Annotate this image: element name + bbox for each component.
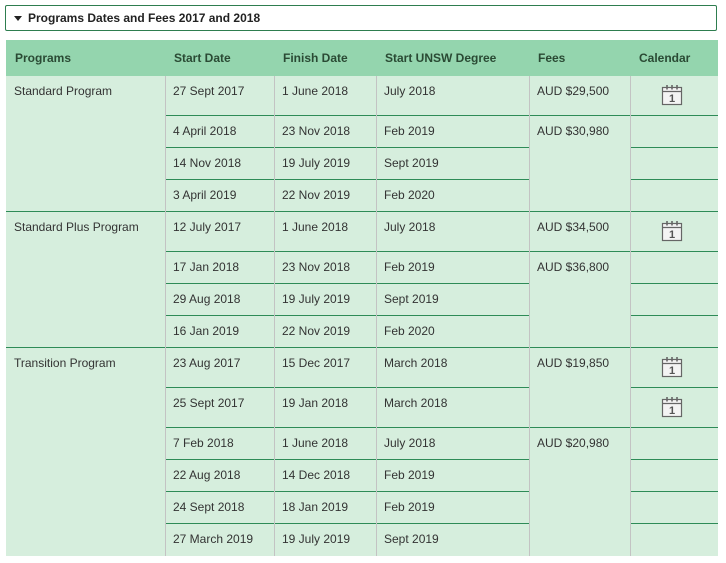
unsw-degree-cell: Sept 2019 xyxy=(384,292,439,306)
unsw-degree-cell: Sept 2019 xyxy=(384,532,439,546)
fees-cell: AUD $30,980 xyxy=(537,124,610,138)
header-finish-date: Finish Date xyxy=(274,40,376,76)
finish-date-cell: 22 Nov 2019 xyxy=(282,324,351,338)
start-date-cell: 24 Sept 2018 xyxy=(173,500,245,514)
unsw-degree-cell: Sept 2019 xyxy=(384,156,439,170)
finish-date-cell: 1 June 2018 xyxy=(282,220,349,234)
finish-date-cell: 23 Nov 2018 xyxy=(282,124,351,138)
column-divider xyxy=(165,76,166,556)
start-date-cell: 4 April 2018 xyxy=(173,124,237,138)
unsw-degree-cell: July 2018 xyxy=(384,84,436,98)
header-fees: Fees xyxy=(529,40,630,76)
finish-date-cell: 23 Nov 2018 xyxy=(282,260,351,274)
header-start-date: Start Date xyxy=(165,40,274,76)
start-date-cell: 25 Sept 2017 xyxy=(173,396,245,410)
start-date-cell: 3 April 2019 xyxy=(173,188,237,202)
program-dates-table: Programs Start Date Finish Date Start UNSW … xyxy=(6,40,718,556)
calendar-icon[interactable]: 1 xyxy=(661,84,683,106)
svg-text:1: 1 xyxy=(669,93,675,105)
start-date-cell: 22 Aug 2018 xyxy=(173,468,241,482)
row-divider xyxy=(630,251,718,252)
finish-date-cell: 18 Jan 2019 xyxy=(282,500,349,514)
start-date-cell: 16 Jan 2019 xyxy=(173,324,240,338)
unsw-degree-cell: Feb 2019 xyxy=(384,500,435,514)
start-date-cell: 27 Sept 2017 xyxy=(173,84,245,98)
unsw-degree-cell: Feb 2019 xyxy=(384,260,435,274)
finish-date-cell: 15 Dec 2017 xyxy=(282,356,351,370)
start-date-cell: 7 Feb 2018 xyxy=(173,436,234,450)
finish-date-cell: 1 June 2018 xyxy=(282,84,349,98)
start-date-cell: 12 July 2017 xyxy=(173,220,242,234)
start-date-cell: 23 Aug 2017 xyxy=(173,356,241,370)
row-divider xyxy=(630,179,718,180)
unsw-degree-cell: March 2018 xyxy=(384,396,448,410)
row-divider xyxy=(630,147,718,148)
finish-date-cell: 1 June 2018 xyxy=(282,436,349,450)
start-date-cell: 27 March 2019 xyxy=(173,532,254,546)
unsw-degree-cell: Feb 2019 xyxy=(384,468,435,482)
fees-cell: AUD $34,500 xyxy=(537,220,610,234)
calendar-icon[interactable]: 1 xyxy=(661,356,683,378)
finish-date-cell: 19 July 2019 xyxy=(282,532,351,546)
header-start-unsw-degree: Start UNSW Degree xyxy=(376,40,529,76)
finish-date-cell: 14 Dec 2018 xyxy=(282,468,351,482)
finish-date-cell: 19 Jan 2018 xyxy=(282,396,349,410)
accordion-title: Programs Dates and Fees 2017 and 2018 xyxy=(28,11,261,25)
unsw-degree-cell: July 2018 xyxy=(384,220,436,234)
caret-down-icon xyxy=(14,15,22,21)
column-divider xyxy=(529,76,530,556)
program-name: Transition Program xyxy=(14,356,116,370)
start-date-cell: 17 Jan 2018 xyxy=(173,260,240,274)
column-divider xyxy=(274,76,275,556)
program-name: Standard Plus Program xyxy=(14,220,139,234)
row-divider xyxy=(630,427,718,428)
calendar-icon[interactable]: 1 xyxy=(661,220,683,242)
row-divider xyxy=(630,459,718,460)
row-divider xyxy=(630,491,718,492)
column-divider xyxy=(630,76,631,556)
header-calendar: Calendar xyxy=(630,40,718,76)
row-divider xyxy=(630,283,718,284)
accordion-header[interactable]: Programs Dates and Fees 2017 and 2018 xyxy=(5,5,717,31)
svg-text:1: 1 xyxy=(669,365,675,377)
unsw-degree-cell: Feb 2019 xyxy=(384,124,435,138)
calendar-icon[interactable]: 1 xyxy=(661,396,683,418)
svg-text:1: 1 xyxy=(669,229,675,241)
start-date-cell: 29 Aug 2018 xyxy=(173,292,241,306)
column-divider xyxy=(376,76,377,556)
fees-cell: AUD $20,980 xyxy=(537,436,610,450)
row-divider xyxy=(630,523,718,524)
row-divider xyxy=(630,387,718,388)
unsw-degree-cell: March 2018 xyxy=(384,356,448,370)
finish-date-cell: 19 July 2019 xyxy=(282,156,351,170)
unsw-degree-cell: Feb 2020 xyxy=(384,188,435,202)
finish-date-cell: 22 Nov 2019 xyxy=(282,188,351,202)
header-programs: Programs xyxy=(6,40,165,76)
fees-cell: AUD $29,500 xyxy=(537,84,610,98)
program-name: Standard Program xyxy=(14,84,113,98)
fees-cell: AUD $19,850 xyxy=(537,356,610,370)
fees-cell: AUD $36,800 xyxy=(537,260,610,274)
row-divider xyxy=(630,315,718,316)
start-date-cell: 14 Nov 2018 xyxy=(173,156,242,170)
finish-date-cell: 19 July 2019 xyxy=(282,292,351,306)
svg-text:1: 1 xyxy=(669,405,675,417)
row-divider xyxy=(630,115,718,116)
unsw-degree-cell: July 2018 xyxy=(384,436,436,450)
unsw-degree-cell: Feb 2020 xyxy=(384,324,435,338)
